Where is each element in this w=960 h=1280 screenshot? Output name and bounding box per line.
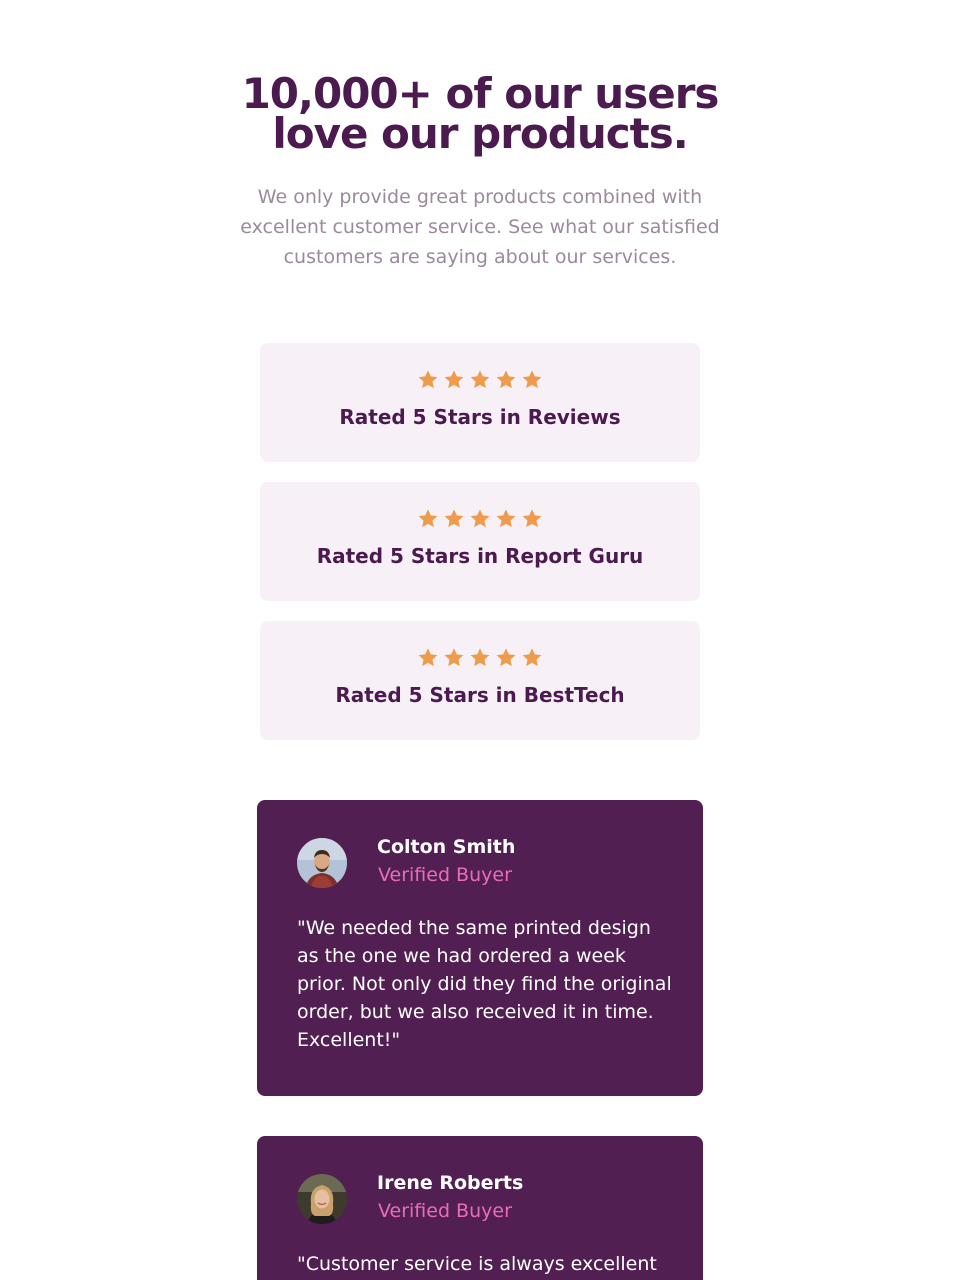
testimonial-card: Irene Roberts Verified Buyer "Customer s… bbox=[257, 1136, 703, 1280]
star-icon bbox=[417, 369, 439, 391]
reviewer-name: Colton Smith bbox=[377, 836, 516, 858]
rating-label: Rated 5 Stars in Report Guru bbox=[316, 544, 644, 568]
star-icon bbox=[495, 369, 517, 391]
intro-text: We only provide great products combined … bbox=[240, 186, 720, 268]
star-icon bbox=[521, 647, 543, 669]
rating-card-besttech: Rated 5 Stars in BestTech bbox=[260, 621, 700, 740]
reviewer-badge: Verified Buyer bbox=[378, 1200, 512, 1222]
star-rating bbox=[260, 508, 700, 530]
rating-card-reviews: Rated 5 Stars in Reviews bbox=[260, 343, 700, 462]
star-icon bbox=[495, 508, 517, 530]
star-icon bbox=[469, 647, 491, 669]
star-icon bbox=[469, 369, 491, 391]
avatar bbox=[297, 1174, 347, 1224]
star-icon bbox=[495, 647, 517, 669]
star-icon bbox=[443, 369, 465, 391]
testimonial-quote: "We needed the same printed design as th… bbox=[297, 917, 672, 1051]
reviewer-badge: Verified Buyer bbox=[378, 864, 512, 886]
star-icon bbox=[417, 508, 439, 530]
star-icon bbox=[417, 647, 439, 669]
rating-card-report-guru: Rated 5 Stars in Report Guru bbox=[260, 482, 700, 601]
reviewer-name: Irene Roberts bbox=[377, 1172, 524, 1194]
page-title: 10,000+ of our users love our products. bbox=[241, 69, 720, 158]
testimonial-quote: "Customer service is always excellent bbox=[297, 1253, 657, 1275]
star-icon bbox=[521, 508, 543, 530]
star-icon bbox=[443, 508, 465, 530]
avatar bbox=[297, 838, 347, 888]
star-icon bbox=[469, 508, 491, 530]
star-rating bbox=[260, 647, 700, 669]
page: 10,000+ of our users love our products. … bbox=[0, 0, 960, 1280]
rating-label: Rated 5 Stars in Reviews bbox=[339, 405, 621, 429]
star-icon bbox=[521, 369, 543, 391]
star-rating bbox=[260, 369, 700, 391]
testimonial-card: Colton Smith Verified Buyer "We needed t… bbox=[257, 800, 703, 1096]
rating-label: Rated 5 Stars in BestTech bbox=[335, 683, 625, 707]
star-icon bbox=[443, 647, 465, 669]
